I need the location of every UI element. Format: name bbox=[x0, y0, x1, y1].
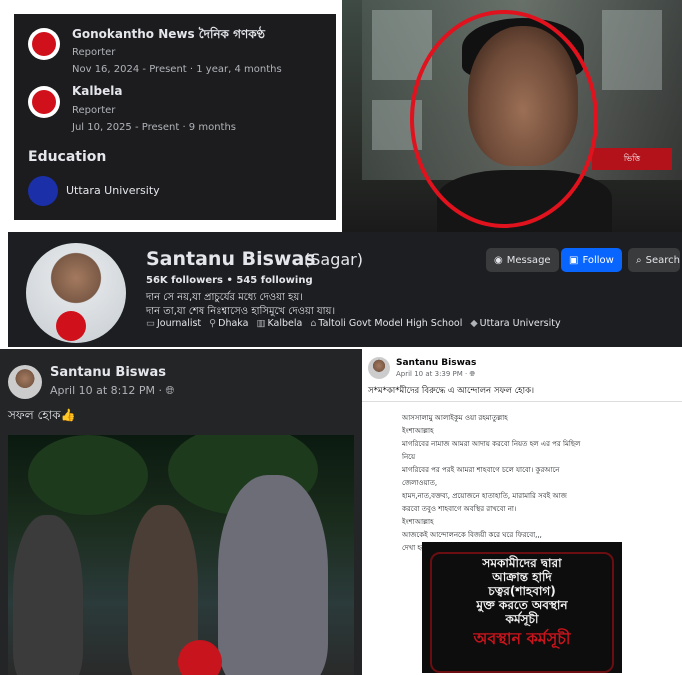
location-pin-icon: ⚲ bbox=[209, 318, 217, 329]
post-author-avatar[interactable] bbox=[368, 357, 390, 379]
profile-avatar[interactable] bbox=[23, 240, 129, 346]
post-timestamp[interactable]: April 10 at 8:12 PM · 🌐︎ bbox=[50, 384, 174, 398]
job-dates: Jul 10, 2025 - Present · 9 months bbox=[72, 122, 237, 133]
job-dates: Nov 16, 2024 - Present · 1 year, 4 month… bbox=[72, 64, 282, 75]
message-line: আজকেই আন্দোলনকে বিজয়ী করে ঘরে ফিরবো,,, bbox=[402, 531, 542, 539]
storefront-sign: ভিত্তি bbox=[592, 148, 672, 170]
messenger-icon: ◉ bbox=[494, 254, 503, 266]
follow-button[interactable]: ▣ Follow bbox=[561, 248, 622, 272]
job-role: Reporter bbox=[72, 105, 116, 116]
post-card: Santanu Biswas April 10 at 8:12 PM · 🌐︎ … bbox=[0, 349, 362, 675]
followers-link[interactable]: 56K followers bbox=[146, 275, 223, 286]
education-heading: Education bbox=[28, 149, 107, 165]
follow-icon: ▣ bbox=[569, 254, 579, 266]
tag-dhaka[interactable]: ⚲ Dhaka bbox=[209, 318, 248, 329]
briefcase-icon: ▭ bbox=[146, 318, 155, 329]
message-line: মাগরিবের পর পরই আমরা শাহবাগে চলে যাবো। ক… bbox=[402, 466, 560, 474]
search-button[interactable]: ⌕ Search bbox=[628, 248, 680, 272]
experience-card: Gonokantho News দৈনিক গণকণ্ঠ Reporter No… bbox=[14, 14, 336, 220]
message-line: করবো তবুও শাহবাগে অবস্থির রাখবো না। bbox=[402, 505, 517, 513]
message-line: নিয়ে bbox=[402, 453, 416, 461]
gonokantho-logo-icon bbox=[28, 28, 60, 60]
highlight-circle bbox=[410, 10, 598, 228]
protest-poster[interactable]: সমকামীদের দ্বারা আক্রান্ত হাদি চত্বর(শাহ… bbox=[422, 542, 622, 673]
message-line: মাগরিবের নামাজ আমরা আদায় করবো নিয়ত হল … bbox=[402, 440, 581, 448]
message-line: আসসালামু আলাইকুম ওয়া রহমাতুল্লাহ bbox=[402, 414, 508, 422]
tag-kalbela[interactable]: ▥ Kalbela bbox=[256, 318, 302, 329]
tag-school[interactable]: ⌂ Taltoli Govt Model High School bbox=[310, 318, 462, 329]
graduation-icon: ◆ bbox=[470, 318, 478, 329]
profile-stats: 56K followers • 545 following bbox=[146, 275, 313, 286]
post-author-avatar[interactable] bbox=[8, 365, 42, 399]
globe-icon: 🌐︎ bbox=[469, 370, 476, 378]
message-line: ইংশাআল্লাহ bbox=[402, 518, 434, 526]
globe-icon: 🌐︎ bbox=[165, 384, 175, 397]
post-text: সফল হোক👍 bbox=[8, 408, 76, 422]
uttara-university-logo-icon bbox=[28, 176, 58, 206]
education-school[interactable]: Uttara University bbox=[66, 184, 160, 197]
profile-intro-tags: ▭ Journalist ⚲ Dhaka ▥ Kalbela ⌂ Taltoli Gov… bbox=[146, 318, 561, 329]
profile-alternate-name: (Sagar) bbox=[304, 250, 363, 269]
message-line: হামদ,নাত,বক্তব্য, প্রয়োজনে হাতাহাতি, মা… bbox=[402, 492, 567, 500]
tag-university[interactable]: ◆ Uttara University bbox=[470, 318, 560, 329]
work-icon: ▥ bbox=[256, 318, 266, 329]
job-role: Reporter bbox=[72, 47, 116, 58]
post-photo[interactable] bbox=[8, 435, 354, 675]
message-line: জেলাওয়াত, bbox=[402, 479, 438, 487]
profile-header: Santanu Biswas (Sagar) 56K followers • 5… bbox=[8, 232, 682, 347]
post-author-name[interactable]: Santanu Biswas bbox=[50, 365, 166, 380]
post-card: Santanu Biswas April 10 at 3:39 PM · 🌐︎ … bbox=[362, 349, 682, 675]
kalbela-logo-icon bbox=[28, 86, 60, 118]
microphone-icon bbox=[56, 311, 86, 341]
search-icon: ⌕ bbox=[636, 254, 642, 266]
post-timestamp[interactable]: April 10 at 3:39 PM · 🌐︎ bbox=[396, 370, 475, 379]
job-org[interactable]: Kalbela bbox=[72, 84, 122, 98]
message-button[interactable]: ◉ Message bbox=[486, 248, 559, 272]
tag-journalist[interactable]: ▭ Journalist bbox=[146, 318, 201, 329]
profile-name: Santanu Biswas bbox=[146, 248, 316, 270]
school-icon: ⌂ bbox=[310, 318, 317, 329]
poster-footer: অবস্থান কর্মসূচী bbox=[473, 629, 571, 648]
post-author-name[interactable]: Santanu Biswas bbox=[396, 358, 476, 368]
message-line: ইংশাআল্লাহ bbox=[402, 427, 434, 435]
job-org[interactable]: Gonokantho News দৈনিক গণকণ্ঠ bbox=[72, 26, 265, 46]
post-text: স*ম*কা*মীদের বিরুদ্ধে এ আন্দোলন সফল হোক। bbox=[368, 386, 535, 396]
following-link[interactable]: 545 following bbox=[236, 275, 312, 286]
